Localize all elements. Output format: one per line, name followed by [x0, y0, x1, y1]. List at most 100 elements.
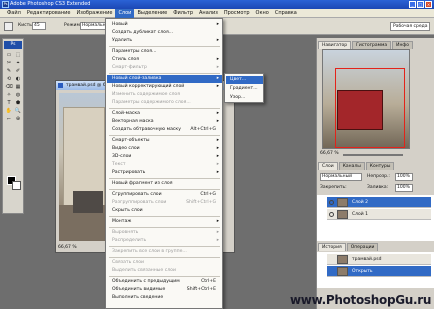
tool-icon[interactable]: ⌖ [14, 60, 22, 67]
history-item[interactable]: Открыть [327, 266, 431, 277]
tool-icon[interactable]: ✐ [14, 68, 22, 75]
tool-icon[interactable]: ✎ [5, 68, 13, 75]
eye-visibility-icon[interactable] [329, 212, 334, 217]
panel-tab[interactable]: Контуры [365, 162, 395, 170]
menubar-item[interactable]: Слои [115, 8, 135, 18]
menu-separator [109, 73, 220, 74]
eye-visibility-icon[interactable] [329, 200, 334, 205]
menu-item-label: Новый слой-заливка [112, 76, 162, 81]
menubar-item[interactable]: Файл [4, 9, 24, 18]
layer-menu-item[interactable]: Удалить ▸ [107, 37, 222, 45]
menubar-item[interactable]: Фильтр [170, 9, 196, 18]
tool-icon[interactable]: ⌫ [5, 84, 13, 91]
panel-tab[interactable]: Гистограмма [352, 41, 392, 49]
history-item[interactable]: трамвай.psd [327, 254, 431, 265]
fill-submenu-item[interactable]: Цвет... [226, 76, 263, 84]
layer-menu-item[interactable]: Скрыть слои [107, 207, 222, 215]
tool-icon[interactable]: ⊕ [14, 116, 22, 123]
layer-menu-item[interactable]: Объединить видимые Shift+Ctrl+E [107, 286, 222, 294]
layer-menu-item[interactable]: Смарт-объекты ▸ [107, 137, 222, 145]
menubar-item[interactable]: Просмотр [221, 9, 253, 18]
tool-icon[interactable]: ▦ [14, 84, 22, 91]
layer-menu-item[interactable]: Параметры слоя... [107, 48, 222, 56]
panel-tab[interactable]: Навигатор [318, 41, 352, 49]
opacity-field[interactable]: 100% [395, 173, 413, 181]
submenu-arrow-icon: ▸ [216, 154, 219, 159]
navigator-zoom-slider[interactable] [343, 154, 403, 156]
navigator-tabs: Навигатор Гистограмма Инфо [318, 41, 414, 49]
menu-item-label: Создать обтравочную маску [112, 127, 181, 132]
tool-icon[interactable]: ▭ [5, 52, 13, 59]
minimize-button[interactable]: _ [409, 1, 416, 8]
submenu-arrow-icon: ▸ [216, 162, 219, 167]
menu-item-shortcut: Alt+Ctrl+G [190, 127, 216, 132]
brush-size-field[interactable]: 45 [32, 22, 46, 30]
tool-icon[interactable]: ⌐ [5, 116, 13, 123]
layer-menu-item[interactable]: Сгруппировать слои Ctrl+G [107, 191, 222, 199]
layers-list: Слой 2 Слой 1 [317, 195, 434, 241]
layer-menu-item[interactable]: Монтаж ▸ [107, 218, 222, 226]
fill-submenu-item[interactable]: Узор... [226, 94, 263, 102]
background-color-swatch[interactable] [12, 181, 21, 190]
toolbox: Ps ▭ ⬚ ✂ ⌖ ✎ ✐ ⟲ ◐ ⌫ ▦ ✧ ◍ T ⬟ ✋ 🔍 ⌐ ⊕ [2, 38, 24, 214]
brush-tool-icon[interactable] [4, 22, 13, 31]
layer-menu-item[interactable]: Объединить с предыдущим Ctrl+E [107, 278, 222, 286]
panel-tab[interactable]: Слои [318, 162, 338, 170]
maximize-button[interactable]: □ [417, 1, 424, 8]
tool-icon[interactable]: ⬟ [14, 100, 22, 107]
layer-menu-item: Выровнять ▸ [107, 229, 222, 237]
menu-separator [109, 276, 220, 277]
layer-row[interactable]: Слой 2 [327, 197, 431, 208]
menubar-item[interactable]: Анализ [196, 9, 221, 18]
tool-icon[interactable]: ⬚ [14, 52, 22, 59]
layer-menu-item[interactable]: Новый корректирующий слой ▸ [107, 83, 222, 91]
layer-menu-item[interactable]: Слой-маска ▸ [107, 110, 222, 118]
menu-item-label: Новый [112, 22, 128, 27]
menu-item-label: Закрепить все слои в группе... [112, 249, 187, 254]
layer-menu-item[interactable]: 3D-слои ▸ [107, 153, 222, 161]
fill-submenu-item[interactable]: Градиент... [226, 85, 263, 93]
menubar-item[interactable]: Справка [272, 9, 300, 18]
tool-icon[interactable]: ✋ [5, 108, 13, 115]
layer-menu-item[interactable]: Создать дубликат слоя... [107, 29, 222, 37]
fill-field[interactable]: 100% [395, 184, 413, 192]
panel-tab[interactable]: Операции [346, 243, 379, 251]
navigator-view-box[interactable] [335, 68, 405, 148]
menubar-item[interactable]: Выделение [134, 9, 170, 18]
close-button[interactable]: × [425, 1, 432, 8]
tool-icon[interactable]: ◐ [14, 76, 22, 83]
navigator-zoom[interactable]: 66,67 % [320, 151, 339, 156]
layer-menu-item[interactable]: Векторная маска ▸ [107, 118, 222, 126]
menu-separator [109, 246, 220, 247]
tool-icon[interactable]: ◍ [14, 92, 22, 99]
document-icon [58, 83, 63, 88]
menubar-item[interactable]: Редактирование [24, 9, 74, 18]
layer-menu-item[interactable]: Новый слой-заливка ▸ [107, 75, 222, 83]
tool-icon[interactable]: ✧ [5, 92, 13, 99]
blend-mode-select[interactable]: Нормальный [320, 173, 362, 181]
workspace-select[interactable]: Рабочая среда [390, 22, 430, 31]
layer-row[interactable]: Слой 1 [327, 209, 431, 220]
layer-menu-item[interactable]: Создать обтравочную маску Alt+Ctrl+G [107, 126, 222, 134]
panel-tab[interactable]: Каналы [338, 162, 365, 170]
layer-menu-item[interactable]: Новый ▸ [107, 21, 222, 29]
layer-menu-item[interactable]: Растрировать ▸ [107, 169, 222, 177]
panel-tab[interactable]: История [318, 243, 346, 251]
menubar-item[interactable]: Изображение [73, 9, 115, 18]
tool-icon[interactable]: T [5, 100, 13, 107]
panel-tab[interactable]: Инфо [392, 41, 414, 49]
menu-item-label: Связать слои [112, 260, 145, 265]
mode-label: Режим: [64, 23, 82, 28]
tool-icon[interactable]: ⟲ [5, 76, 13, 83]
tool-icon[interactable]: ✂ [5, 60, 13, 67]
layer-menu-item[interactable]: Выполнить сведение [107, 294, 222, 302]
tool-icon[interactable]: 🔍 [14, 108, 22, 115]
layer-menu-item[interactable]: Новый фрагмент из слоя [107, 180, 222, 188]
menubar-item[interactable]: Окно [253, 9, 272, 18]
layer-menu-item[interactable]: Видео слои ▸ [107, 145, 222, 153]
menu-item-label: Скрыть слои [112, 208, 143, 213]
layer-menu-item[interactable]: Стиль слоя ▸ [107, 56, 222, 64]
navigator-thumbnail[interactable] [322, 49, 410, 149]
layer-menu-item: Выделить связанные слои [107, 267, 222, 275]
layer-name: Слой 1 [352, 212, 368, 217]
